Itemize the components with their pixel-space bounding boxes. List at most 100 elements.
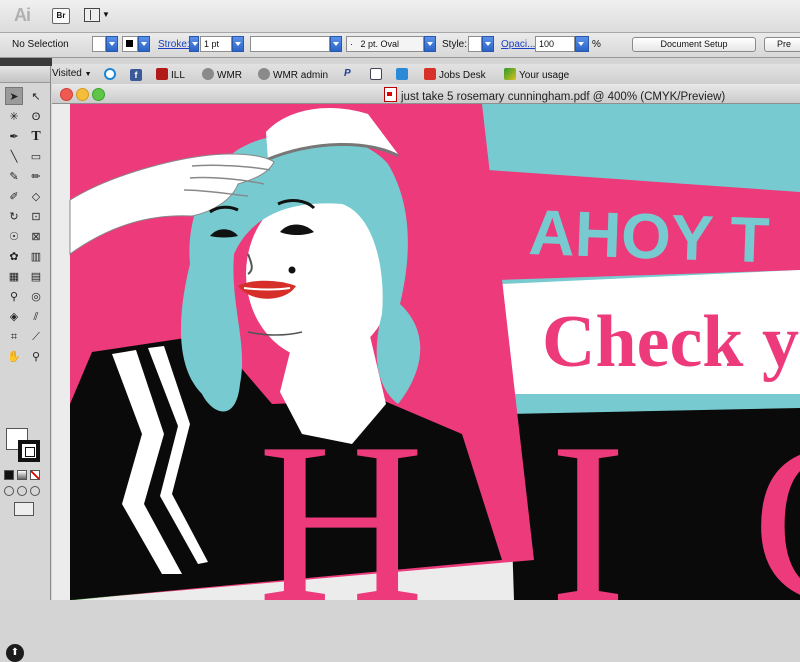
banner-text: AHOY T bbox=[528, 196, 771, 276]
opacity-input[interactable]: 100 bbox=[535, 36, 575, 52]
pencil-tool-icon[interactable]: ✏ bbox=[27, 168, 45, 186]
minimize-window-icon[interactable] bbox=[76, 88, 89, 101]
scale-tool-icon[interactable]: ⊡ bbox=[27, 208, 45, 226]
close-window-icon[interactable] bbox=[60, 88, 73, 101]
draw-behind-icon[interactable] bbox=[17, 486, 27, 496]
selection-tool-icon[interactable]: ➤ bbox=[5, 87, 23, 105]
usage-icon bbox=[504, 68, 516, 80]
slice-tool-icon[interactable]: ⫽ bbox=[27, 308, 45, 326]
paintbrush-tool-icon[interactable]: ✎ bbox=[5, 168, 23, 186]
column-graph-tool-icon[interactable]: ▥ bbox=[27, 248, 45, 266]
bookmark-paypal[interactable]: P bbox=[344, 68, 351, 79]
blob-brush-tool-icon[interactable]: ✐ bbox=[5, 188, 23, 206]
artboard-canvas[interactable]: AHOY T Check yo H I C bbox=[52, 104, 800, 600]
brush-bullet: · bbox=[350, 39, 353, 49]
bookmark-label: WMR bbox=[217, 70, 242, 81]
type-tool-icon[interactable]: T bbox=[27, 128, 45, 146]
pen-tool-icon[interactable]: ✒ bbox=[5, 128, 23, 146]
none-mode-icon[interactable] bbox=[30, 470, 40, 480]
bookmark-calendar[interactable] bbox=[396, 68, 411, 81]
pdf-file-icon bbox=[384, 87, 397, 102]
opacity-label[interactable]: Opaci... bbox=[501, 39, 535, 50]
screen-mode-icon[interactable] bbox=[14, 502, 34, 516]
line-tool-icon[interactable]: ╲ bbox=[5, 148, 23, 166]
gradient-mode-icon[interactable] bbox=[17, 470, 27, 480]
bookmark-label: WMR admin bbox=[273, 70, 329, 81]
selection-label: No Selection bbox=[12, 39, 69, 50]
stroke-dropdown[interactable] bbox=[138, 36, 150, 52]
hand-tool-icon[interactable]: ✋ bbox=[5, 348, 23, 366]
tools-panel-header[interactable] bbox=[0, 66, 50, 83]
bridge-button[interactable]: Br bbox=[52, 8, 70, 24]
document-title-bar: just take 5 rosemary cunningham.pdf @ 40… bbox=[52, 84, 800, 104]
live-paint-tool-icon[interactable]: ◈ bbox=[5, 308, 23, 326]
draw-inside-icon[interactable] bbox=[30, 486, 40, 496]
eyedropper-tool-icon[interactable]: ⚲ bbox=[5, 288, 23, 306]
ill-icon bbox=[156, 68, 168, 80]
chevron-down-icon[interactable]: ▼ bbox=[102, 10, 110, 19]
artboard-tool-icon[interactable]: ⌗ bbox=[5, 328, 23, 346]
draw-normal-icon[interactable] bbox=[4, 486, 14, 496]
panel-collapse-strip[interactable] bbox=[0, 58, 52, 66]
opacity-unit: % bbox=[592, 39, 601, 50]
direct-selection-tool-icon[interactable]: ↖ bbox=[27, 88, 45, 106]
fill-stroke-indicator[interactable] bbox=[6, 428, 42, 464]
globe-icon bbox=[202, 68, 214, 80]
rotate-tool-icon[interactable]: ↻ bbox=[5, 208, 23, 226]
brush-definition[interactable]: · 2 pt. Oval bbox=[346, 36, 424, 52]
stroke-weight-stepper[interactable] bbox=[189, 36, 199, 52]
bookmark-ill[interactable]: ILL bbox=[156, 68, 185, 81]
stroke-swatch[interactable] bbox=[122, 36, 138, 52]
stroke-weight-input[interactable]: 1 pt bbox=[200, 36, 232, 52]
bookmark-icon bbox=[370, 68, 382, 80]
free-transform-tool-icon[interactable]: ⊠ bbox=[27, 228, 45, 246]
arrow-up-icon[interactable]: ⬆ bbox=[6, 644, 24, 662]
bookmark-label: Your usage bbox=[519, 70, 570, 81]
calendar-icon bbox=[396, 68, 408, 80]
bookmark-facebook[interactable]: f bbox=[130, 68, 145, 81]
opacity-slider-button[interactable] bbox=[575, 36, 589, 52]
jobs-icon bbox=[424, 68, 436, 80]
variable-width-profile[interactable] bbox=[250, 36, 330, 52]
stroke-weight-dropdown[interactable] bbox=[232, 36, 244, 52]
color-mode-icon[interactable] bbox=[4, 470, 14, 480]
menu-caret-icon: ▼ bbox=[84, 71, 92, 78]
bookmark-jobs-desk[interactable]: Jobs Desk bbox=[424, 68, 486, 81]
stroke-color-swatch[interactable] bbox=[18, 440, 40, 462]
paypal-icon: P bbox=[344, 68, 351, 79]
preferences-button[interactable]: Pre bbox=[764, 37, 800, 52]
eraser-tool-icon[interactable]: ◇ bbox=[27, 188, 45, 206]
rectangle-tool-icon[interactable]: ▭ bbox=[27, 148, 45, 166]
zoom-tool-icon[interactable]: ⚲ bbox=[27, 348, 45, 366]
brush-value: 2 pt. Oval bbox=[360, 39, 400, 49]
app-logo: Ai bbox=[14, 5, 31, 25]
brush-dropdown[interactable] bbox=[424, 36, 436, 52]
bookmark-wmr[interactable]: WMR bbox=[202, 68, 242, 81]
arrange-documents-icon[interactable] bbox=[84, 8, 100, 22]
mesh-tool-icon[interactable]: ▦ bbox=[5, 268, 23, 286]
gradient-tool-icon[interactable]: ▤ bbox=[27, 268, 45, 286]
magic-wand-tool-icon[interactable]: ✳ bbox=[5, 108, 23, 126]
warp-tool-icon[interactable]: ☉ bbox=[5, 228, 23, 246]
fill-dropdown[interactable] bbox=[106, 36, 118, 52]
bookmark-visited[interactable]: Visited ▼ bbox=[52, 68, 92, 79]
graphic-style-swatch[interactable] bbox=[468, 36, 482, 52]
bookmark-eye[interactable] bbox=[104, 68, 119, 81]
slice-select-tool-icon[interactable]: ⟋ bbox=[27, 328, 45, 346]
profile-dropdown[interactable] bbox=[330, 36, 342, 52]
document-setup-button[interactable]: Document Setup bbox=[632, 37, 756, 52]
blend-tool-icon[interactable]: ◎ bbox=[27, 288, 45, 306]
graphic-style-dropdown[interactable] bbox=[482, 36, 494, 52]
stroke-label[interactable]: Stroke: bbox=[158, 39, 190, 50]
bookmark-your-usage[interactable]: Your usage bbox=[504, 68, 569, 81]
bookmark-wmr-admin[interactable]: WMR admin bbox=[258, 68, 328, 81]
fill-swatch[interactable] bbox=[92, 36, 106, 52]
zoom-window-icon[interactable] bbox=[92, 88, 105, 101]
bookmark-label: Jobs Desk bbox=[439, 70, 486, 81]
big-headline-text: H I C bbox=[258, 395, 800, 600]
bookmark-label: ILL bbox=[171, 70, 185, 81]
symbol-sprayer-tool-icon[interactable]: ✿ bbox=[5, 248, 23, 266]
lasso-tool-icon[interactable]: ʘ bbox=[27, 108, 45, 126]
bookmark-blue[interactable] bbox=[370, 68, 385, 81]
control-bar: No Selection Stroke: 1 pt · 2 pt. Oval S… bbox=[0, 33, 800, 58]
